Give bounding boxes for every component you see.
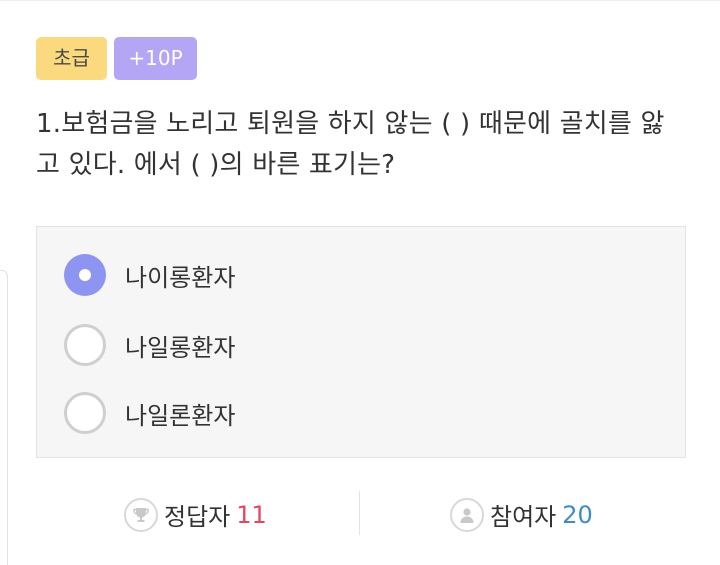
badge-row: 초급 +10P [36,37,197,80]
level-badge: 초급 [36,37,107,80]
option-label: 나일롱환자 [125,333,236,362]
option-label: 나이롱환자 [125,263,236,292]
radio-selected-icon[interactable] [64,254,106,296]
participants-stat: 참여자 20 [450,497,593,532]
stats-bar: 정답자 11 참여자 20 [36,485,686,545]
option-2[interactable]: 나일롱환자 [64,324,235,366]
user-icon [450,497,484,532]
adjacent-card-edge [0,270,8,565]
radio-icon[interactable] [64,392,106,434]
correct-label: 정답자 [164,503,231,531]
stats-divider [359,491,360,535]
option-label: 나일론환자 [125,401,236,430]
participants-count: 20 [562,500,593,529]
correct-stat: 정답자 11 [124,497,267,532]
options-panel: 나이롱환자 나일롱환자 나일론환자 [36,226,686,458]
point-badge: +10P [114,37,197,80]
option-1[interactable]: 나이롱환자 [64,254,235,296]
option-3[interactable]: 나일론환자 [64,392,235,434]
top-divider [0,0,720,1]
radio-icon[interactable] [64,324,106,366]
question-text: 1.보험금을 노리고 퇴원을 하지 않는 ( ) 때문에 골치를 앓고 있다. … [36,109,665,180]
correct-count: 11 [236,500,267,529]
trophy-icon [124,497,158,532]
participants-label: 참여자 [490,503,557,531]
